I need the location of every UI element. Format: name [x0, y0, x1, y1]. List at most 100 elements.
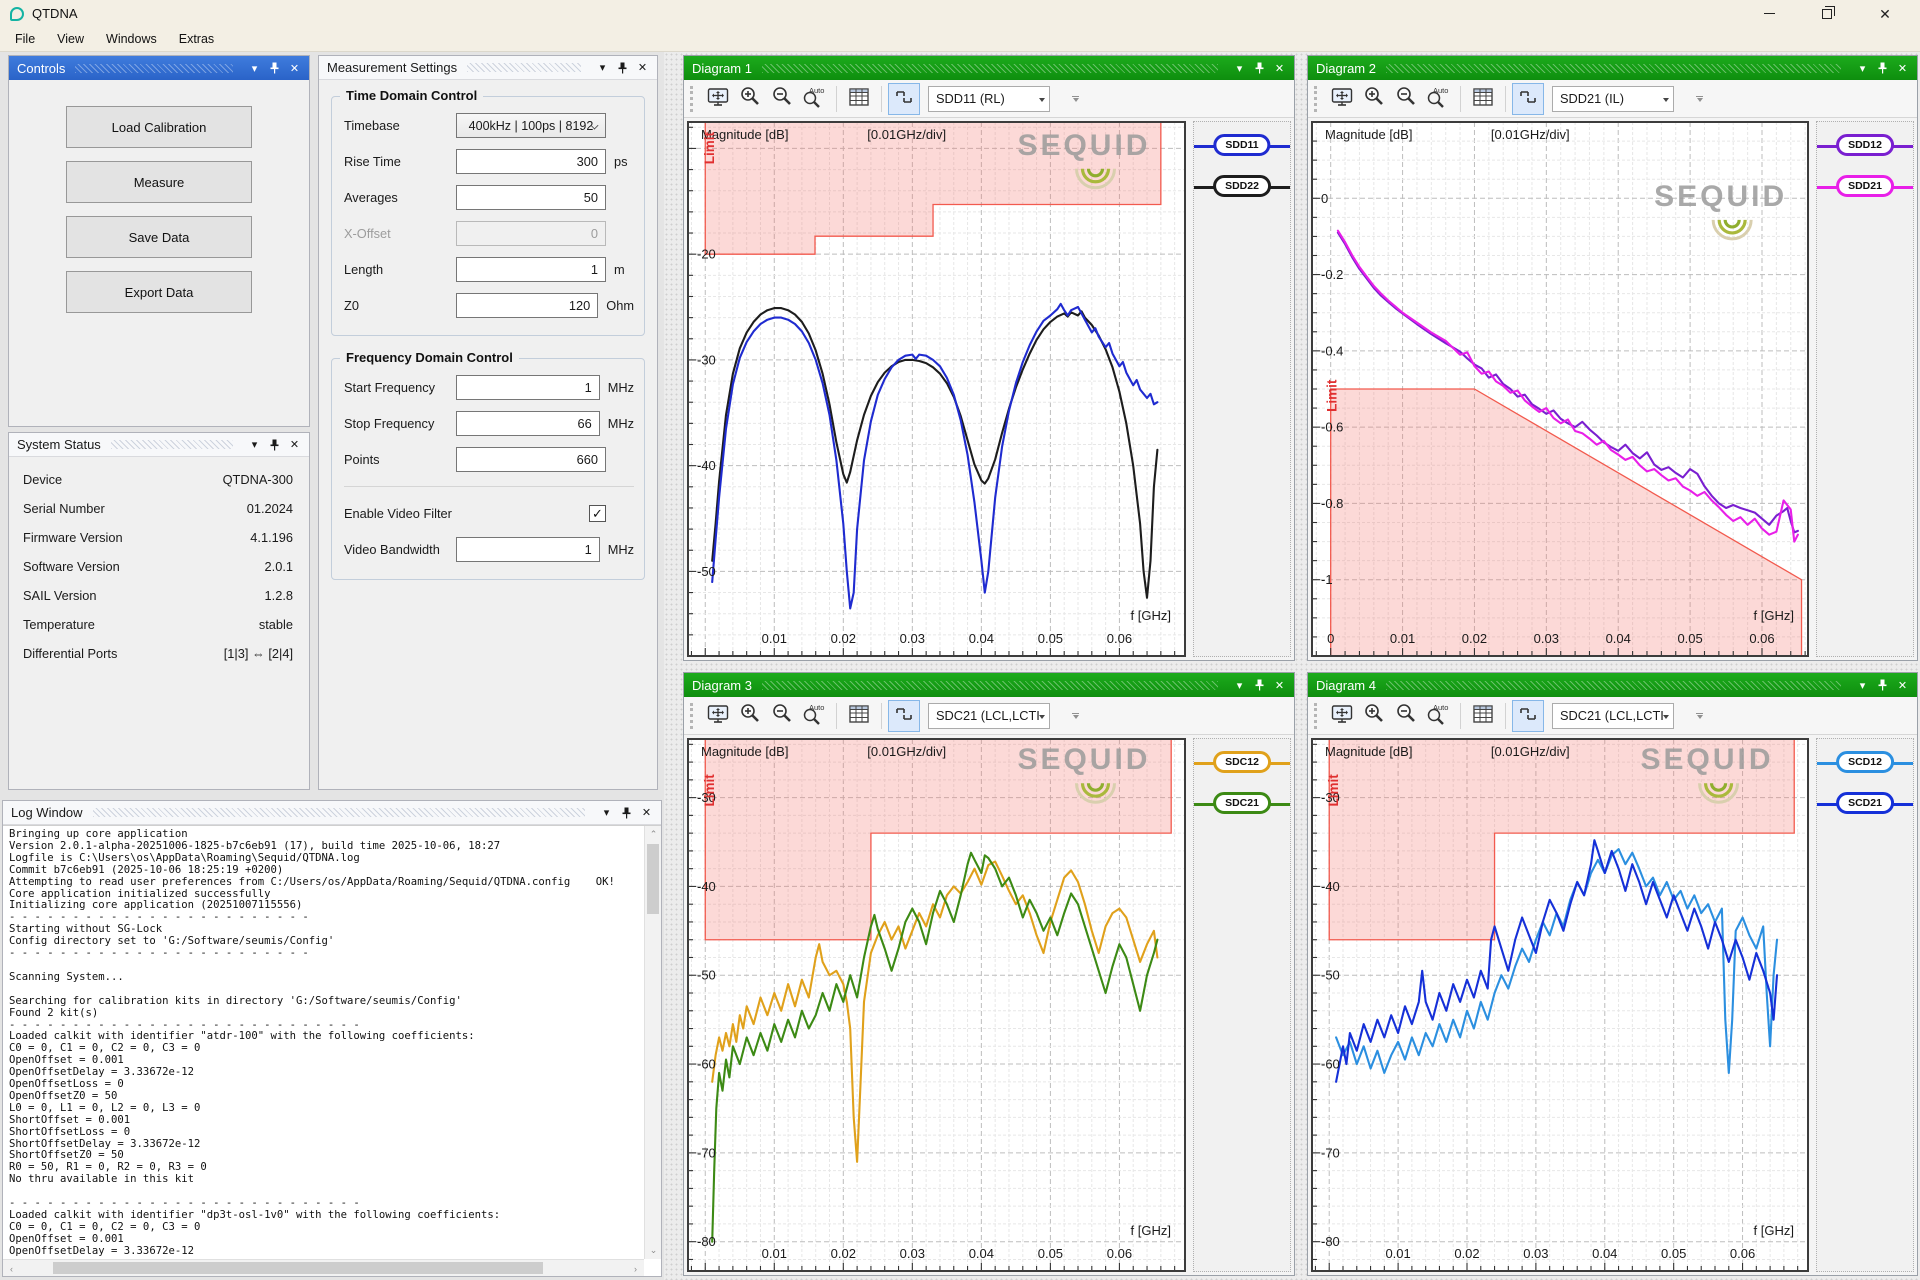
limit-button[interactable] — [888, 700, 920, 732]
pan-button[interactable] — [702, 83, 734, 115]
limit-button[interactable] — [1512, 700, 1544, 732]
trace-select[interactable]: SDC21 (LCL,LCTI — [1552, 703, 1674, 729]
close-icon[interactable]: ✕ — [1271, 677, 1288, 694]
close-icon[interactable]: ✕ — [634, 59, 651, 76]
x-offset-input[interactable]: 0 — [456, 221, 606, 246]
menu-view[interactable]: View — [46, 29, 95, 49]
scroll-right-icon[interactable]: › — [627, 1260, 644, 1276]
measurement-settings-titlebar[interactable]: Measurement Settings ▾ ✕ — [319, 56, 657, 80]
pin-icon[interactable] — [1874, 677, 1891, 694]
zoom-in-button[interactable] — [1358, 700, 1390, 732]
scroll-down-icon[interactable]: ⌄ — [645, 1242, 661, 1259]
legend-item-sdc21[interactable]: SDC21 — [1194, 792, 1290, 817]
z0-input[interactable]: 120 — [456, 293, 598, 318]
close-icon[interactable]: ✕ — [286, 436, 303, 453]
zoom-in-button[interactable] — [734, 700, 766, 732]
panel-menu-button[interactable]: ▾ — [1854, 677, 1871, 694]
zoom-out-button[interactable] — [766, 83, 798, 115]
plot-canvas[interactable]: SEQUID-20-30-40-500.010.020.030.040.050.… — [688, 122, 1185, 656]
pin-icon[interactable] — [1874, 60, 1891, 77]
menu-file[interactable]: File — [4, 29, 46, 49]
system-status-titlebar[interactable]: System Status ▾ ✕ — [9, 433, 309, 457]
plot-canvas[interactable]: SEQUID0-0.2-0.4-0.6-0.8-100.010.020.030.… — [1312, 122, 1808, 656]
zoom-out-button[interactable] — [1390, 83, 1422, 115]
log-output[interactable]: Bringing up core application Version 2.0… — [3, 825, 661, 1276]
table-button[interactable] — [1467, 700, 1499, 732]
points-input[interactable]: 660 — [456, 447, 606, 472]
measure-button[interactable]: Measure — [66, 161, 252, 203]
close-icon[interactable]: ✕ — [1894, 60, 1911, 77]
toolbar-overflow-button[interactable] — [1072, 96, 1079, 102]
trace-select[interactable]: SDD21 (IL) — [1552, 86, 1674, 112]
length-input[interactable]: 1 — [456, 257, 606, 282]
panel-menu-button[interactable]: ▾ — [1854, 60, 1871, 77]
enable-video-filter-checkbox[interactable]: ✓ — [589, 505, 606, 522]
close-icon[interactable]: ✕ — [1271, 60, 1288, 77]
table-button[interactable] — [843, 83, 875, 115]
scrollbar-thumb[interactable] — [53, 1262, 543, 1274]
diagram-titlebar[interactable]: Diagram 3▾✕ — [684, 673, 1294, 697]
log-window-titlebar[interactable]: Log Window ▾ ✕ — [3, 801, 661, 825]
log-horizontal-scrollbar[interactable]: ‹ › — [3, 1259, 644, 1276]
save-data-button[interactable]: Save Data — [66, 216, 252, 258]
zoom-auto-button[interactable]: Auto — [798, 83, 830, 115]
close-icon[interactable]: ✕ — [286, 60, 303, 77]
pin-icon[interactable] — [266, 60, 283, 77]
export-data-button[interactable]: Export Data — [66, 271, 252, 313]
pan-button[interactable] — [1326, 83, 1358, 115]
panel-menu-button[interactable]: ▾ — [1231, 60, 1248, 77]
zoom-in-button[interactable] — [1358, 83, 1390, 115]
pin-icon[interactable] — [1251, 60, 1268, 77]
legend-badge-scd21[interactable]: SCD21 — [1836, 792, 1894, 814]
zoom-auto-button[interactable]: Auto — [1422, 83, 1454, 115]
table-button[interactable] — [1467, 83, 1499, 115]
legend-item-scd21[interactable]: SCD21 — [1817, 792, 1913, 817]
pin-icon[interactable] — [266, 436, 283, 453]
legend-item-sdd22[interactable]: SDD22 — [1194, 175, 1290, 200]
rise-time-input[interactable]: 300 — [456, 149, 606, 174]
plot-area[interactable]: SEQUID-30-40-50-60-70-800.010.020.030.04… — [1311, 738, 1809, 1272]
toolbar-overflow-button[interactable] — [1072, 713, 1079, 719]
plot-area[interactable]: SEQUID0-0.2-0.4-0.6-0.8-100.010.020.030.… — [1311, 121, 1809, 657]
toolbar-grip[interactable] — [690, 703, 696, 729]
pan-button[interactable] — [1326, 700, 1358, 732]
plot-canvas[interactable]: SEQUID-30-40-50-60-70-800.010.020.030.04… — [1312, 739, 1808, 1271]
toolbar-grip[interactable] — [690, 86, 696, 112]
legend-badge-sdd12[interactable]: SDD12 — [1836, 134, 1894, 156]
zoom-auto-button[interactable]: Auto — [798, 700, 830, 732]
stop-frequency-input[interactable]: 66 — [456, 411, 600, 436]
minimize-button[interactable] — [1760, 5, 1778, 23]
diagram-titlebar[interactable]: Diagram 2▾✕ — [1308, 56, 1917, 80]
pin-icon[interactable] — [618, 804, 635, 821]
panel-menu-button[interactable]: ▾ — [1231, 677, 1248, 694]
legend-badge-sdc12[interactable]: SDC12 — [1213, 751, 1271, 773]
timebase-select[interactable]: 400kHz | 100ps | 8192 — [456, 113, 606, 138]
menu-windows[interactable]: Windows — [95, 29, 168, 49]
panel-menu-button[interactable]: ▾ — [246, 436, 263, 453]
close-icon[interactable]: ✕ — [638, 804, 655, 821]
video-bandwidth-input[interactable]: 1 — [456, 537, 600, 562]
limit-button[interactable] — [888, 83, 920, 115]
legend-item-scd12[interactable]: SCD12 — [1817, 751, 1913, 776]
legend-item-sdd11[interactable]: SDD11 — [1194, 134, 1290, 159]
legend-item-sdd21[interactable]: SDD21 — [1817, 175, 1913, 200]
scroll-left-icon[interactable]: ‹ — [3, 1260, 20, 1276]
start-frequency-input[interactable]: 1 — [456, 375, 600, 400]
scroll-up-icon[interactable]: ⌃ — [645, 826, 661, 843]
pin-icon[interactable] — [614, 59, 631, 76]
zoom-auto-button[interactable]: Auto — [1422, 700, 1454, 732]
diagram-titlebar[interactable]: Diagram 1▾✕ — [684, 56, 1294, 80]
trace-select[interactable]: SDD11 (RL) — [928, 86, 1050, 112]
zoom-out-button[interactable] — [766, 700, 798, 732]
toolbar-overflow-button[interactable] — [1696, 713, 1703, 719]
averages-input[interactable]: 50 — [456, 185, 606, 210]
panel-menu-button[interactable]: ▾ — [598, 804, 615, 821]
table-button[interactable] — [843, 700, 875, 732]
controls-panel-titlebar[interactable]: Controls ▾ ✕ — [9, 56, 309, 80]
toolbar-grip[interactable] — [1314, 86, 1320, 112]
plot-area[interactable]: SEQUID-30-40-50-60-70-800.010.020.030.04… — [687, 738, 1186, 1272]
close-button[interactable]: ✕ — [1876, 5, 1894, 23]
toolbar-overflow-button[interactable] — [1696, 96, 1703, 102]
limit-button[interactable] — [1512, 83, 1544, 115]
legend-badge-sdd21[interactable]: SDD21 — [1836, 175, 1894, 197]
